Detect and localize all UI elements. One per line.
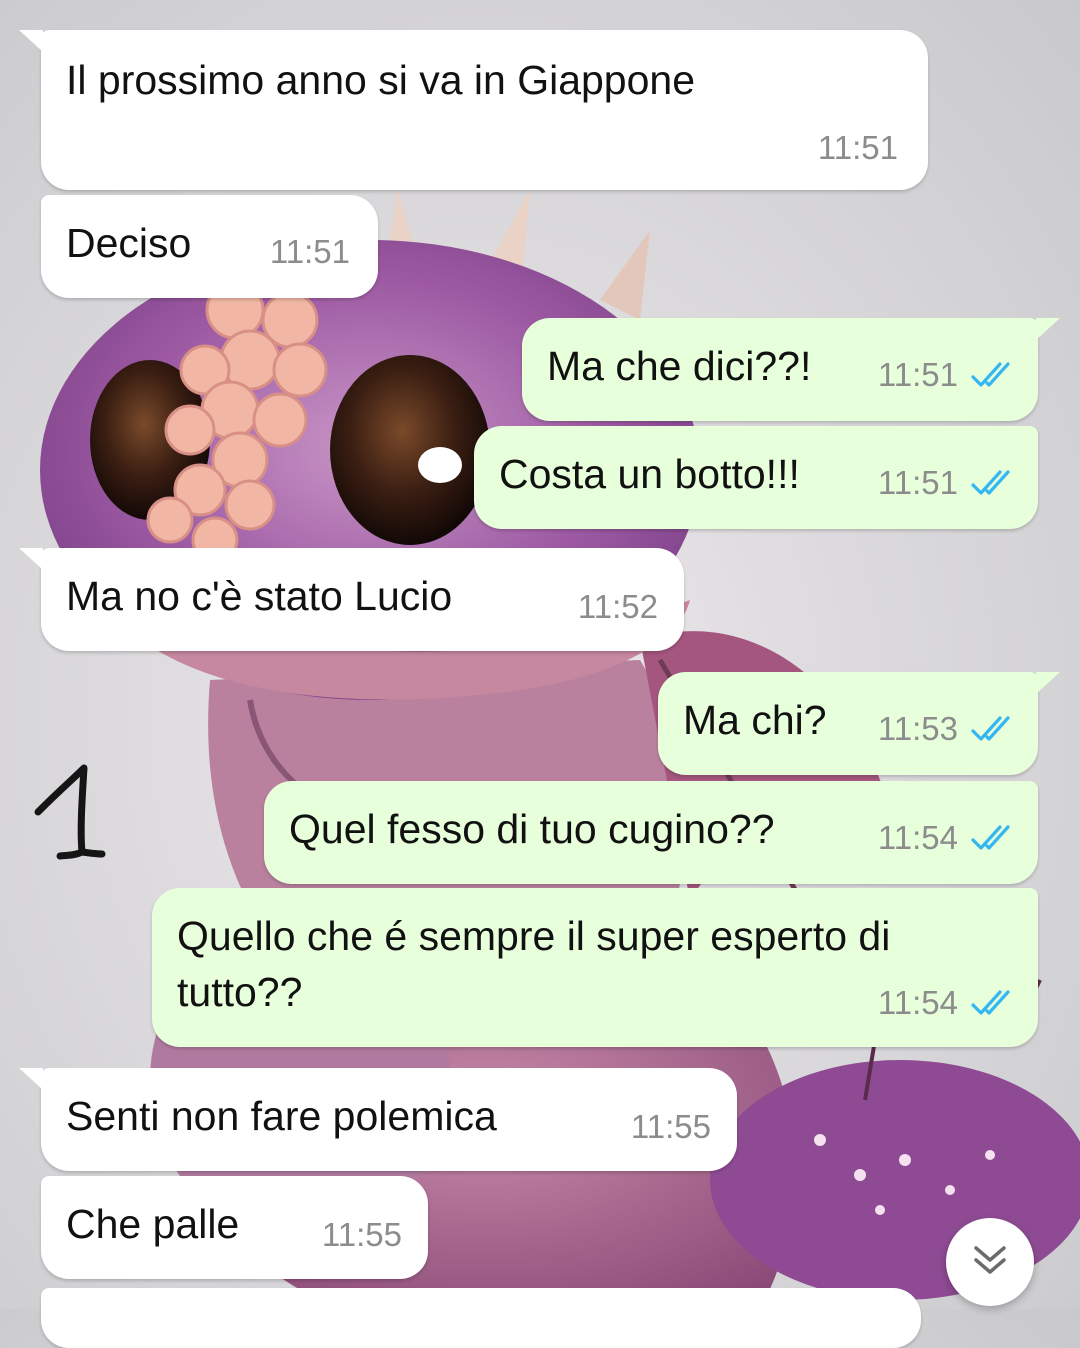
- message-time: 11:51: [817, 129, 898, 166]
- message-time: 11:51: [877, 356, 958, 393]
- message-time: 11:52: [577, 588, 658, 625]
- incoming-message-partial[interactable]: [41, 1288, 921, 1348]
- message-text: Senti non fare polemica: [66, 1093, 497, 1139]
- incoming-message[interactable]: Ma no c'è stato Lucio 11:52: [19, 548, 684, 651]
- message-time: 11:51: [269, 233, 350, 270]
- outgoing-message[interactable]: Ma chi? 11:53: [658, 672, 1060, 775]
- message-time: 11:54: [877, 984, 958, 1021]
- message-meta: 11:51: [878, 455, 1016, 511]
- message-meta: 11:54: [878, 975, 1016, 1031]
- message-meta: 11:51: [878, 347, 1016, 403]
- double-check-icon: [970, 988, 1016, 1018]
- handwritten-annotation: [30, 760, 110, 875]
- message-text: Ma no c'è stato Lucio: [66, 573, 453, 619]
- message-text: Il prossimo anno si va in Giappone: [66, 57, 696, 103]
- message-text: Deciso: [66, 220, 192, 266]
- outgoing-message[interactable]: Quel fesso di tuo cugino?? 11:54: [264, 781, 1038, 884]
- scroll-to-bottom-button[interactable]: [946, 1218, 1034, 1306]
- outgoing-message[interactable]: Quello che é sempre il super esperto di …: [152, 888, 1038, 1047]
- incoming-message[interactable]: Che palle 11:55: [41, 1176, 428, 1279]
- message-time: 11:55: [630, 1108, 711, 1145]
- double-check-icon: [970, 468, 1016, 498]
- incoming-message[interactable]: Deciso 11:51: [41, 195, 378, 298]
- double-check-icon: [970, 714, 1016, 744]
- message-meta: 11:53: [878, 701, 1016, 757]
- message-text: Che palle: [66, 1201, 240, 1247]
- message-time: 11:54: [877, 819, 958, 856]
- handwritten-number-one: [34, 764, 106, 860]
- message-time: 11:53: [877, 710, 958, 747]
- outgoing-message[interactable]: Ma che dici??! 11:51: [522, 318, 1060, 421]
- message-time: 11:55: [321, 1216, 402, 1253]
- message-text: Ma chi?: [683, 697, 827, 743]
- incoming-message[interactable]: Senti non fare polemica 11:55: [19, 1068, 737, 1171]
- message-time: 11:51: [877, 464, 958, 501]
- double-check-icon: [970, 360, 1016, 390]
- chat-thread[interactable]: Il prossimo anno si va in Giappone 11:51…: [0, 0, 1080, 1348]
- double-chevron-down-icon: [970, 1240, 1010, 1285]
- outgoing-message[interactable]: Costa un botto!!! 11:51: [474, 426, 1038, 529]
- message-meta: 11:54: [878, 810, 1016, 866]
- message-text: Ma che dici??!: [547, 343, 812, 389]
- double-check-icon: [970, 823, 1016, 853]
- incoming-message[interactable]: Il prossimo anno si va in Giappone 11:51: [19, 30, 928, 190]
- message-text: Quel fesso di tuo cugino??: [289, 806, 775, 852]
- message-text: Costa un botto!!!: [499, 451, 800, 497]
